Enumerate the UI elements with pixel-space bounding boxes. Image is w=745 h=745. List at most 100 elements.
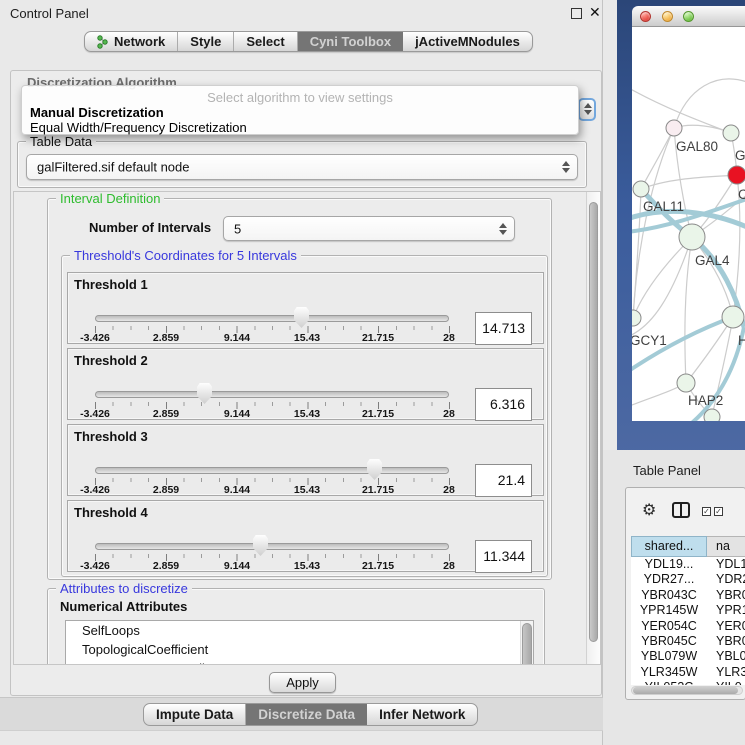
list-item[interactable]: TopologicalCoefficient — [66, 640, 533, 659]
threshold-1-slider-track[interactable] — [95, 315, 449, 322]
cell-name: YPR1 — [707, 603, 745, 618]
scrollbar-thumb[interactable] — [633, 687, 738, 694]
network-view-window: GAL80 GA C GAL11 GAL4 GCY1 H HAP2 — [632, 6, 745, 421]
table-row[interactable]: YDR27...YDR2 — [631, 572, 745, 587]
node-gal11[interactable] — [633, 181, 649, 197]
table-panel-title: Table Panel — [633, 463, 701, 478]
table-row[interactable]: YIL053CYIL0 — [631, 680, 745, 685]
table-row[interactable]: YER054CYER0 — [631, 619, 745, 634]
tick-label: -3.426 — [80, 484, 110, 496]
checkbox-icon[interactable]: ✓ — [702, 507, 711, 516]
threshold-4-value-field[interactable]: 11.344 — [475, 540, 532, 573]
stepper-arrows-icon — [498, 223, 507, 235]
node-hap2[interactable] — [677, 374, 695, 392]
algorithm-option-equal-width[interactable]: Equal Width/Frequency Discretization — [30, 120, 247, 135]
node-h[interactable] — [722, 306, 744, 328]
attributes-list-scrollbar[interactable] — [520, 621, 533, 665]
apply-button[interactable]: Apply — [269, 672, 336, 693]
settings-vertical-scrollbar[interactable] — [586, 192, 600, 664]
table-data-combobox[interactable]: galFiltered.sif default node — [26, 154, 578, 180]
table-row[interactable]: YPR145WYPR1 — [631, 603, 745, 618]
tick-label: 9.144 — [224, 332, 250, 344]
tick-label: 28 — [443, 332, 455, 344]
tick-label: 21.715 — [362, 560, 394, 572]
scrollbar-thumb[interactable] — [522, 623, 532, 665]
minimize-traffic-light[interactable] — [662, 11, 673, 22]
cell-shared-name: YIL053C — [631, 680, 707, 685]
table-row[interactable]: YLR345WYLR3 — [631, 665, 745, 680]
cell-name: YBL0 — [707, 649, 745, 664]
cell-name: YBR0 — [707, 634, 745, 649]
algorithm-option-manual[interactable]: Manual Discretization — [30, 105, 164, 120]
tab-infer-network[interactable]: Infer Network — [367, 704, 477, 725]
threshold-3-slider-thumb[interactable] — [367, 459, 382, 480]
tick-label: 2.859 — [153, 408, 179, 420]
threshold-1-value-field[interactable]: 14.713 — [475, 312, 532, 345]
node-gal4[interactable] — [679, 224, 705, 250]
tab-discretize-data[interactable]: Discretize Data — [246, 704, 367, 725]
table-row[interactable]: YDL19...YDL1 — [631, 557, 745, 572]
tick-label: 9.144 — [224, 484, 250, 496]
stepper-arrows-icon — [583, 103, 592, 115]
number-of-intervals-combobox[interactable]: 5 — [223, 216, 515, 241]
table-panel-region: Table Panel ⚙ ✓ ✓ shared... na YDL19...Y… — [603, 450, 745, 745]
node-partial[interactable] — [704, 409, 720, 421]
threshold-1-slider-thumb[interactable] — [294, 307, 309, 328]
numerical-attributes-label: Numerical Attributes — [60, 599, 187, 614]
scrollbar-thumb[interactable] — [589, 202, 598, 642]
cyni-content-panel: Discretization Algorithm Select algorith… — [10, 70, 602, 696]
threshold-4-slider-track[interactable] — [95, 543, 449, 550]
tab-style[interactable]: Style — [178, 32, 234, 51]
node-gal80[interactable] — [666, 120, 682, 136]
list-item[interactable]: BetweennessCentrality — [66, 659, 533, 665]
interval-definition-label: Interval Definition — [56, 191, 164, 206]
table-panel: ⚙ ✓ ✓ shared... na YDL19...YDL1 YDR27...… — [625, 487, 745, 700]
list-item[interactable]: SelfLoops — [66, 621, 533, 640]
cell-shared-name: YDL19... — [631, 557, 707, 572]
tab-impute-data[interactable]: Impute Data — [144, 704, 246, 725]
split-pane-icon[interactable] — [672, 502, 690, 518]
threshold-3-value-field[interactable]: 21.4 — [475, 464, 532, 497]
node-label: GAL4 — [695, 253, 730, 268]
tick-label: 28 — [443, 560, 455, 572]
threshold-2-value-field[interactable]: 6.316 — [475, 388, 532, 421]
threshold-2-panel: Threshold 2 -3.426 2.859 9.144 15.43 21.… — [67, 348, 544, 420]
attributes-list: SelfLoops TopologicalCoefficient Between… — [65, 620, 534, 665]
zoom-traffic-light[interactable] — [683, 11, 694, 22]
tab-jactivemnodules-label: jActiveMNodules — [415, 34, 520, 49]
bottom-strip: Impute Data Discretize Data Infer Networ… — [0, 697, 603, 731]
threshold-1-title: Threshold 1 — [74, 277, 148, 292]
algorithm-combobox-button[interactable] — [578, 98, 596, 121]
node-gcy1[interactable] — [632, 310, 641, 326]
algorithm-dropdown-popup: Select algorithm to view settings Manual… — [21, 85, 579, 135]
threshold-4-slider-thumb[interactable] — [253, 535, 268, 556]
float-window-icon[interactable] — [571, 8, 582, 19]
node-red-selected[interactable] — [728, 166, 745, 184]
tick-label: 15.43 — [294, 484, 320, 496]
tab-jactivemnodules[interactable]: jActiveMNodules — [403, 32, 532, 51]
tab-select[interactable]: Select — [234, 32, 297, 51]
column-header-shared-name[interactable]: shared... — [631, 536, 707, 557]
column-header-name[interactable]: na — [707, 536, 745, 557]
threshold-3-title: Threshold 3 — [74, 429, 148, 444]
tab-network[interactable]: Network — [85, 32, 178, 51]
close-icon[interactable]: ✕ — [589, 4, 601, 21]
node-ga[interactable] — [723, 125, 739, 141]
threshold-3-slider-track[interactable] — [95, 467, 449, 474]
network-window-titlebar[interactable] — [632, 6, 745, 27]
tick-label: 15.43 — [294, 332, 320, 344]
tab-cyni-toolbox[interactable]: Cyni Toolbox — [298, 32, 403, 51]
cell-name: YER0 — [707, 619, 745, 634]
checkbox-icon[interactable]: ✓ — [714, 507, 723, 516]
threshold-2-slider-track[interactable] — [95, 391, 449, 398]
table-row[interactable]: YBL079WYBL0 — [631, 649, 745, 664]
network-canvas[interactable]: GAL80 GA C GAL11 GAL4 GCY1 H HAP2 — [632, 27, 745, 421]
close-traffic-light[interactable] — [640, 11, 651, 22]
table-row[interactable]: YBR045CYBR0 — [631, 634, 745, 649]
network-graph[interactable]: GAL80 GA C GAL11 GAL4 GCY1 H HAP2 — [632, 27, 745, 421]
gear-icon[interactable]: ⚙ — [642, 500, 656, 520]
slider-ticks-major — [95, 402, 450, 409]
table-horizontal-scrollbar[interactable] — [631, 686, 743, 695]
table-row[interactable]: YBR043CYBR0 — [631, 588, 745, 603]
threshold-2-slider-thumb[interactable] — [197, 383, 212, 404]
